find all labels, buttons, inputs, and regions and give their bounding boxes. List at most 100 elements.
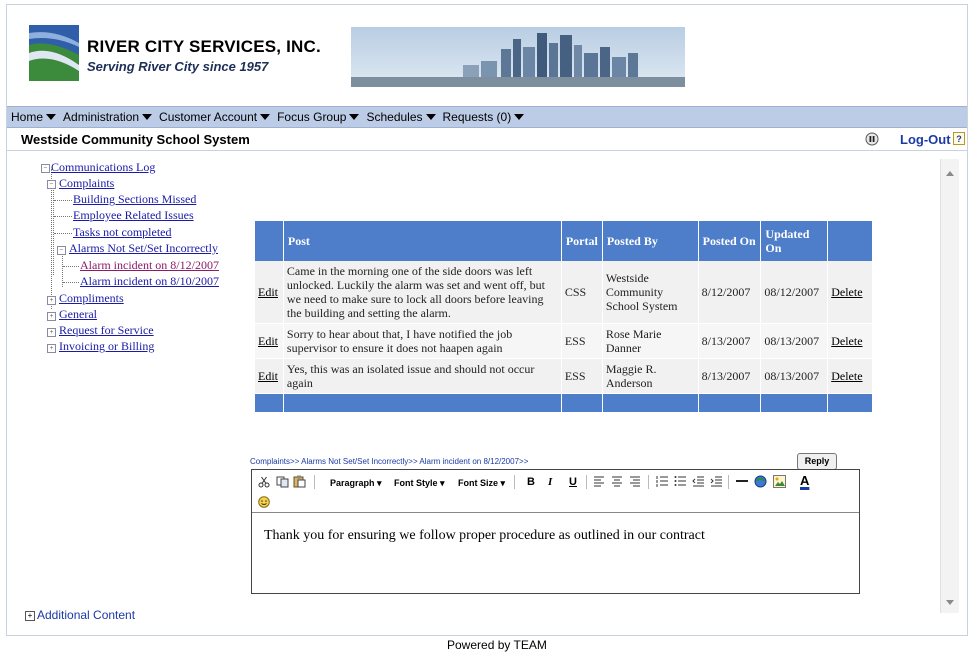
edit-link[interactable]: Edit [258, 285, 278, 299]
tree-item-building-sections-missed[interactable]: Building Sections Missed [73, 192, 196, 207]
toolbar-separator [314, 475, 315, 489]
tree-item-complaints[interactable]: Complaints [59, 176, 114, 191]
portal-cell: CSS [561, 261, 603, 324]
tree-item-general[interactable]: General [59, 307, 97, 322]
delete-link[interactable]: Delete [831, 285, 862, 299]
header-posted-on: Posted On [698, 221, 762, 261]
tree-connector [51, 169, 52, 309]
scroll-up-icon[interactable] [946, 171, 954, 176]
align-left-icon[interactable] [593, 476, 605, 487]
tree-item-alarm-incident-8-12[interactable]: Alarm incident on 8/12/2007 [80, 258, 219, 273]
editor-toolbar: Paragraph ▾ Font Style ▾ Font Size ▾ B I… [252, 470, 859, 513]
svg-text:?: ? [956, 134, 962, 144]
link-icon[interactable] [754, 475, 767, 488]
font-size-dropdown[interactable]: Font Size ▾ [458, 478, 505, 489]
outdent-icon[interactable] [692, 476, 704, 487]
emoticon-icon[interactable] [258, 496, 270, 508]
edit-link[interactable]: Edit [258, 334, 278, 348]
expand-icon[interactable]: + [47, 312, 56, 321]
tree-item-tasks-not-completed[interactable]: Tasks not completed [73, 225, 171, 240]
menu-schedules[interactable]: Schedules [362, 108, 438, 126]
menu-customer-account-label: Customer Account [159, 110, 258, 124]
menu-administration[interactable]: Administration [59, 108, 155, 126]
header-posted-by: Posted By [602, 221, 699, 261]
posted-by-cell: Maggie R. Anderson [602, 358, 699, 394]
breadcrumb[interactable]: Complaints>> Alarms Not Set/Set Incorrec… [250, 457, 528, 466]
table-row: Edit Sorry to hear about that, I have no… [255, 323, 873, 359]
additional-content-toggle[interactable]: + Additional Content [25, 608, 135, 622]
bulleted-list-icon[interactable] [674, 476, 686, 487]
expand-icon[interactable]: + [47, 296, 56, 305]
bold-button[interactable]: B [527, 476, 535, 488]
tree-item-employee-related-issues[interactable]: Employee Related Issues [73, 208, 194, 223]
caret-down-icon [425, 114, 436, 120]
post-text: Sorry to hear about that, I have notifie… [283, 323, 562, 359]
menu-customer-account[interactable]: Customer Account [155, 108, 273, 126]
tree-item-request-for-service[interactable]: Request for Service [59, 323, 154, 338]
tree-connector [53, 185, 54, 275]
image-icon[interactable] [773, 475, 786, 488]
header-edit [255, 221, 284, 261]
copy-icon[interactable] [276, 476, 289, 488]
post-text: Came in the morning one of the side door… [283, 261, 562, 324]
indent-icon[interactable] [710, 476, 722, 487]
edit-link[interactable]: Edit [258, 369, 278, 383]
underline-button[interactable]: U [569, 476, 577, 488]
menu-home-label: Home [11, 110, 44, 124]
delete-link[interactable]: Delete [831, 369, 862, 383]
editor-content[interactable]: Thank you for ensuring we follow proper … [264, 528, 705, 544]
cut-icon[interactable] [258, 476, 270, 488]
numbered-list-icon[interactable] [656, 476, 668, 487]
posted-on-cell: 8/13/2007 [698, 358, 762, 394]
collapse-icon[interactable]: − [47, 180, 56, 189]
vertical-scrollbar[interactable] [940, 159, 959, 613]
delete-link[interactable]: Delete [831, 334, 862, 348]
pause-icon[interactable] [865, 132, 879, 146]
caret-down-icon [46, 114, 57, 120]
portal-cell: ESS [561, 323, 603, 359]
tree-item-invoicing-or-billing[interactable]: Invoicing or Billing [59, 339, 154, 354]
app-frame: RIVER CITY SERVICES, INC. Serving River … [6, 4, 968, 636]
collapse-icon[interactable]: − [57, 246, 66, 255]
tree-connector [54, 200, 72, 201]
expand-icon[interactable]: + [47, 328, 56, 337]
communications-tree: − Communications Log − Complaints Buildi… [7, 155, 247, 405]
posted-on-cell: 8/12/2007 [698, 261, 762, 324]
paragraph-dropdown[interactable]: Paragraph ▾ [330, 478, 382, 489]
expand-icon[interactable]: + [47, 344, 56, 353]
posted-on-cell: 8/13/2007 [698, 323, 762, 359]
header-post: Post [283, 221, 562, 261]
reply-button[interactable]: Reply [797, 453, 837, 470]
tree-item-alarm-incident-8-10[interactable]: Alarm incident on 8/10/2007 [80, 274, 219, 289]
rich-text-editor[interactable]: Paragraph ▾ Font Style ▾ Font Size ▾ B I… [251, 469, 860, 594]
menu-home[interactable]: Home [7, 108, 59, 126]
font-color-button[interactable]: A [800, 473, 809, 488]
align-right-icon[interactable] [629, 476, 641, 487]
updated-on-cell: 08/13/2007 [760, 323, 829, 359]
scroll-down-icon[interactable] [946, 600, 954, 605]
company-tagline: Serving River City since 1957 [87, 59, 269, 74]
help-icon[interactable]: ? [953, 132, 965, 145]
caret-down-icon [142, 114, 153, 120]
align-center-icon[interactable] [611, 476, 623, 487]
horizontal-rule-icon[interactable] [736, 480, 748, 483]
tree-item-communications-log[interactable]: Communications Log [51, 160, 155, 175]
tree-item-alarms-not-set[interactable]: Alarms Not Set/Set Incorrectly [69, 241, 218, 256]
logout-link[interactable]: Log-Out [900, 132, 951, 147]
portal-cell: ESS [561, 358, 603, 394]
italic-button[interactable]: I [548, 476, 552, 488]
menu-requests[interactable]: Requests (0) [439, 108, 528, 126]
menu-administration-label: Administration [63, 110, 140, 124]
collapse-icon[interactable]: − [41, 164, 50, 173]
posts-table: Post Portal Posted By Posted On Updated … [255, 221, 873, 413]
font-style-dropdown[interactable]: Font Style ▾ [394, 478, 445, 489]
toolbar-separator [648, 475, 649, 489]
paste-icon[interactable] [293, 475, 306, 488]
post-text: Yes, this was an isolated issue and shou… [283, 358, 562, 394]
menu-requests-label: Requests (0) [442, 110, 512, 124]
menu-focus-group[interactable]: Focus Group [273, 108, 362, 126]
toolbar-separator [514, 475, 515, 489]
powered-by-footer: Powered by TEAM [447, 638, 547, 652]
header-portal: Portal [561, 221, 603, 261]
tree-item-compliments[interactable]: Compliments [59, 291, 124, 306]
